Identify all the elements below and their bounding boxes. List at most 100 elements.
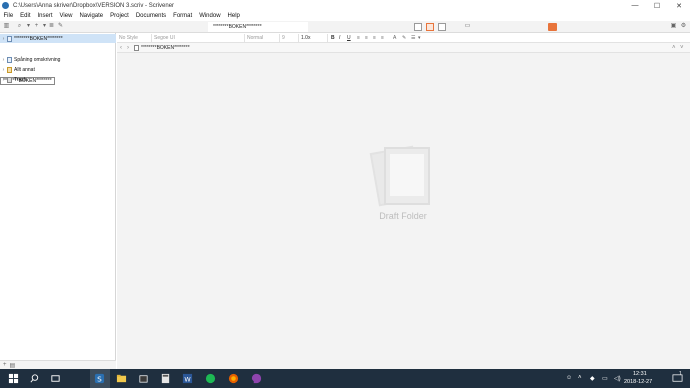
corkboard-view-button[interactable] — [426, 23, 434, 31]
font-size-select[interactable]: 9 — [281, 34, 299, 42]
scrivenings-view-button[interactable] — [414, 23, 422, 31]
binder-item-trash[interactable]: › Trash — [0, 75, 116, 84]
chevron-right-icon[interactable]: › — [1, 57, 6, 63]
back-arrow-icon[interactable]: ‹ — [120, 44, 122, 52]
list-icon[interactable]: ≣ — [48, 23, 55, 30]
close-button[interactable]: ✕ — [668, 0, 690, 11]
scrivener-app-icon[interactable] — [2, 2, 9, 9]
binder-item-boken[interactable]: › ********BOKEN******** — [0, 34, 116, 43]
binder-item-label: Spåning omskrivning — [14, 56, 61, 63]
calculator-icon[interactable] — [160, 373, 171, 384]
font-select[interactable]: Segoe UI — [153, 34, 245, 42]
draft-folder-icon — [369, 145, 430, 207]
editor-area[interactable]: Draft Folder — [117, 53, 690, 369]
font-weight-select[interactable]: Normal — [246, 34, 280, 42]
svg-text:S: S — [97, 374, 102, 383]
menu-project[interactable]: Project — [107, 13, 133, 19]
menu-view[interactable]: View — [56, 13, 76, 19]
search-icon[interactable]: ⌕ — [16, 23, 23, 30]
dropdown-chevron-icon[interactable]: ▾ — [41, 23, 48, 30]
binder-item-spaning[interactable]: › Spåning omskrivning — [0, 55, 116, 64]
network-icon[interactable]: ▭ — [602, 375, 608, 382]
list-icon[interactable]: ☰ — [411, 34, 415, 42]
line-spacing-select[interactable]: 1.0x — [300, 34, 328, 42]
binder-item-allt-annat[interactable]: › Allt annat — [0, 65, 116, 74]
menu-format[interactable]: Format — [170, 13, 196, 19]
inspector-icon[interactable]: ▣ — [670, 23, 677, 30]
firefox-icon[interactable] — [228, 373, 239, 384]
justify-icon[interactable]: ≡ — [381, 34, 384, 42]
windows-start-icon[interactable] — [8, 373, 19, 384]
chevron-up-icon[interactable]: ˄ — [672, 44, 676, 52]
menu-bar: File Edit Insert View Navigate Project D… — [0, 11, 690, 21]
clock-date[interactable]: 2018-12-27 — [624, 379, 652, 385]
menu-navigate[interactable]: Navigate — [76, 13, 107, 19]
dropdown-chevron-icon[interactable]: ▾ — [25, 23, 32, 30]
binder-item-label: ********BOKEN******** — [14, 35, 63, 42]
add-item-icon[interactable]: + — [33, 23, 40, 30]
forward-arrow-icon[interactable]: › — [127, 44, 129, 52]
search-icon[interactable] — [29, 373, 40, 384]
folder-icon — [7, 66, 12, 73]
menu-window[interactable]: Window — [196, 13, 224, 19]
document-icon — [7, 35, 12, 42]
menu-file[interactable]: File — [0, 13, 17, 19]
split-view-icon[interactable]: ▭ — [464, 23, 471, 30]
document-icon — [134, 45, 139, 51]
bold-button[interactable]: B — [331, 34, 335, 42]
document-icon — [7, 56, 12, 63]
task-view-icon[interactable] — [50, 373, 61, 384]
svg-text:W: W — [184, 375, 191, 383]
add-icon[interactable]: + — [3, 362, 7, 368]
highlight-icon[interactable]: ✎ — [402, 34, 406, 42]
align-center-icon[interactable]: ≡ — [365, 34, 368, 42]
menu-documents[interactable]: Documents — [132, 13, 169, 19]
outliner-view-button[interactable] — [438, 23, 446, 31]
messenger-icon[interactable] — [251, 373, 262, 384]
volume-icon[interactable]: ◁) — [614, 375, 621, 382]
compose-icon[interactable]: ✎ — [57, 23, 64, 30]
binder-footer: + ▤ — [0, 360, 116, 369]
minimize-button[interactable]: — — [624, 0, 646, 11]
maximize-button[interactable]: ☐ — [646, 0, 668, 11]
compile-button[interactable] — [548, 23, 557, 31]
draft-folder-label: Draft Folder — [379, 211, 427, 221]
chevron-right-icon[interactable]: › — [1, 77, 6, 83]
document-title-field[interactable]: ********BOKEN******** — [208, 22, 308, 32]
align-left-icon[interactable]: ≡ — [357, 34, 360, 42]
file-explorer-icon[interactable] — [116, 373, 127, 384]
editor-document-title: ********BOKEN******** — [141, 45, 190, 51]
style-select[interactable]: No Style — [118, 34, 152, 42]
align-right-icon[interactable]: ≡ — [373, 34, 376, 42]
binder-toggle-icon[interactable]: ▥ — [3, 23, 10, 30]
chevron-right-icon[interactable]: › — [1, 67, 6, 73]
clock-time[interactable]: 12:31 — [633, 371, 647, 377]
menu-edit[interactable]: Edit — [17, 13, 34, 19]
chevron-right-icon[interactable]: › — [1, 36, 6, 42]
chevron-down-icon[interactable]: ˅ — [680, 44, 684, 52]
chevron-down-icon[interactable]: ▾ — [418, 34, 421, 42]
binder-item-label: Trash — [14, 76, 27, 83]
binder-panel: › ********BOKEN******** ********BOKEN***… — [0, 33, 116, 360]
notification-center-icon[interactable]: 1 — [672, 371, 683, 384]
spotify-icon[interactable] — [205, 373, 216, 384]
windows-taskbar: S W ☺ ˄ ◆ ▭ ◁) 12:31 2018-12-27 1 — [0, 369, 690, 388]
people-icon[interactable]: ☺ — [566, 375, 572, 381]
word-icon[interactable]: W — [182, 373, 193, 384]
folder-icon[interactable]: ▤ — [10, 362, 16, 369]
format-bar: No Style Segoe UI Normal 9 1.0x B I U ≡ … — [117, 33, 690, 43]
italic-button[interactable]: I — [339, 34, 340, 42]
chevron-up-icon[interactable]: ˄ — [578, 375, 582, 381]
menu-help[interactable]: Help — [224, 13, 243, 19]
binder-item-label: Allt annat — [14, 66, 35, 73]
menu-insert[interactable]: Insert — [34, 13, 56, 19]
trash-icon — [7, 76, 12, 83]
store-icon[interactable] — [138, 373, 149, 384]
notification-count: 1 — [679, 371, 682, 377]
underline-button[interactable]: U — [347, 34, 351, 42]
settings-icon[interactable]: ⚙ — [680, 23, 687, 30]
text-color-icon[interactable]: A — [393, 34, 396, 42]
scrivener-icon[interactable]: S — [94, 373, 105, 384]
window-title: C:\Users\Anna skriver\Dropbox\VERSION 3.… — [13, 2, 175, 9]
dropbox-icon[interactable]: ◆ — [590, 375, 595, 382]
